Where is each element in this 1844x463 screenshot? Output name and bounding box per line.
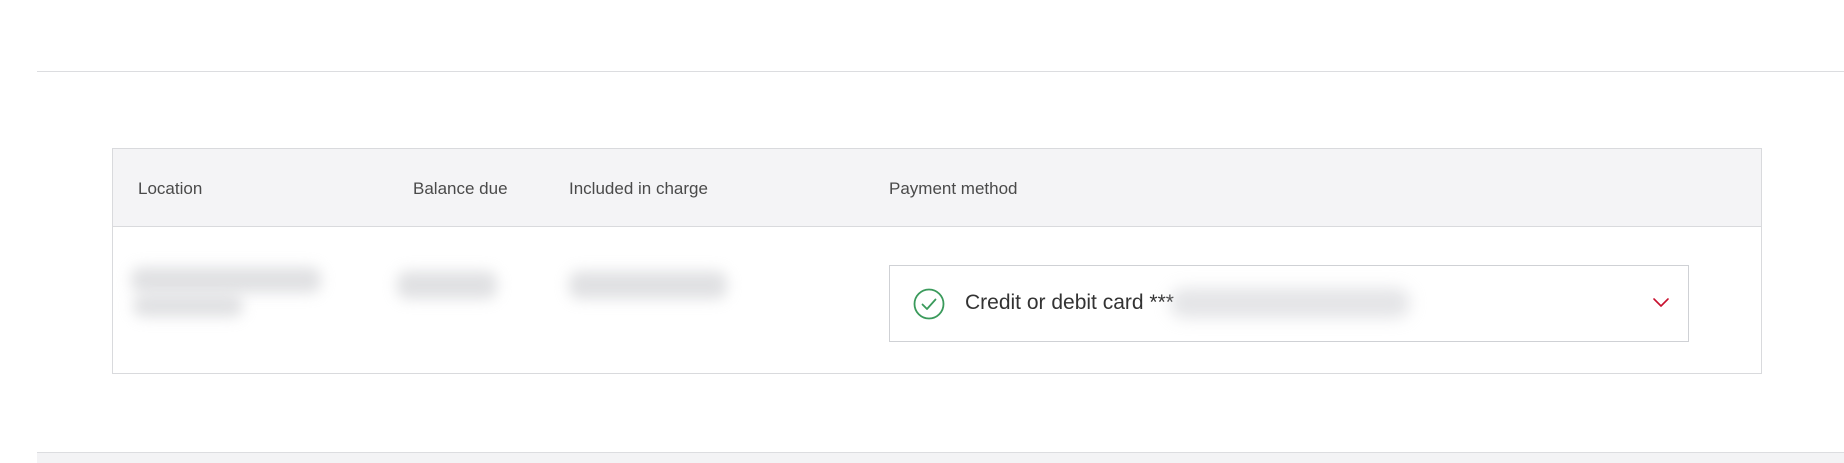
redacted-balance-due <box>397 271 497 299</box>
payment-table: Location Balance due Included in charge … <box>112 148 1762 374</box>
column-header-balance-due: Balance due <box>413 179 508 198</box>
redacted-card-details <box>1170 288 1410 318</box>
redacted-included-in-charge <box>569 271 727 299</box>
payment-method-dropdown[interactable]: Credit or debit card *** <box>889 265 1689 342</box>
redacted-location <box>131 267 321 293</box>
bottom-divider <box>37 452 1844 463</box>
redacted-location-line-2 <box>133 295 243 317</box>
column-header-location: Location <box>138 179 203 198</box>
check-circle-icon <box>913 288 945 320</box>
payment-method-label: Credit or debit card *** <box>965 291 1174 314</box>
column-header-payment-method: Payment method <box>889 179 1018 198</box>
chevron-down-icon <box>1653 298 1669 307</box>
column-header-included-in-charge: Included in charge <box>569 179 708 198</box>
table-header-row: Location Balance due Included in charge … <box>113 149 1761 227</box>
section-divider <box>37 71 1844 72</box>
